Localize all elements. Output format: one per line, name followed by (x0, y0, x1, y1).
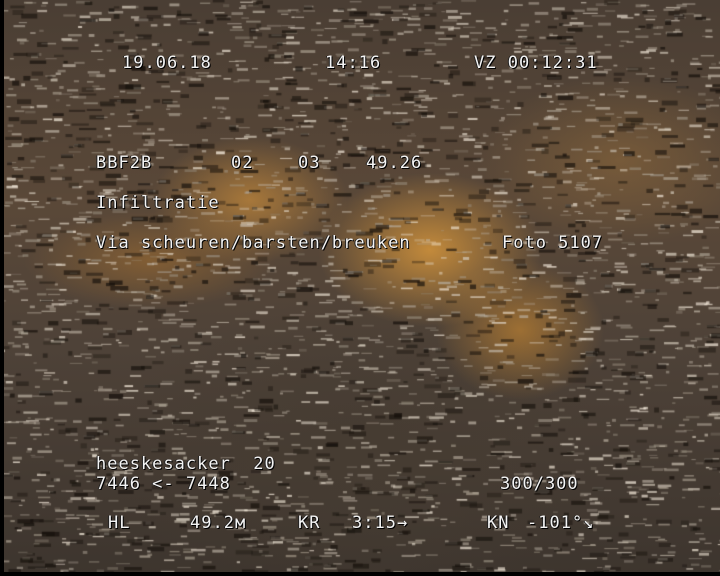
hl-value: 49.2м (190, 513, 247, 533)
time-readout: 14:16 (325, 53, 382, 73)
kr-value: 3:15→ (352, 513, 409, 533)
street-name: heeskesacker 20 (96, 454, 276, 474)
video-bottom-border (0, 572, 720, 576)
observation-distance: 49.26 (366, 153, 423, 173)
pipe-dimension: 300/300 (500, 474, 579, 494)
kn-value: -101°↘ (527, 513, 595, 533)
kr-label: KR (298, 513, 321, 533)
section-manholes: 7446 <- 7448 (96, 474, 231, 494)
sewer-inspection-video-frame: 19.06.18 14:16 VZ 00:12:31 BBF2B 02 03 4… (0, 0, 720, 576)
photo-number: Foto 5107 (502, 233, 604, 253)
observation-code: BBF2B (96, 153, 153, 173)
hl-label: HL (108, 513, 131, 533)
observation-title: Infiltratie (96, 193, 220, 213)
video-counter-readout: VZ 00:12:31 (474, 53, 598, 73)
kn-label: KN (487, 513, 510, 533)
video-left-border (0, 0, 4, 576)
observation-detail: Via scheuren/barsten/breuken (96, 233, 411, 253)
observation-quantification-1: 02 (231, 153, 254, 173)
observation-quantification-2: 03 (298, 153, 321, 173)
date-readout: 19.06.18 (122, 53, 212, 73)
